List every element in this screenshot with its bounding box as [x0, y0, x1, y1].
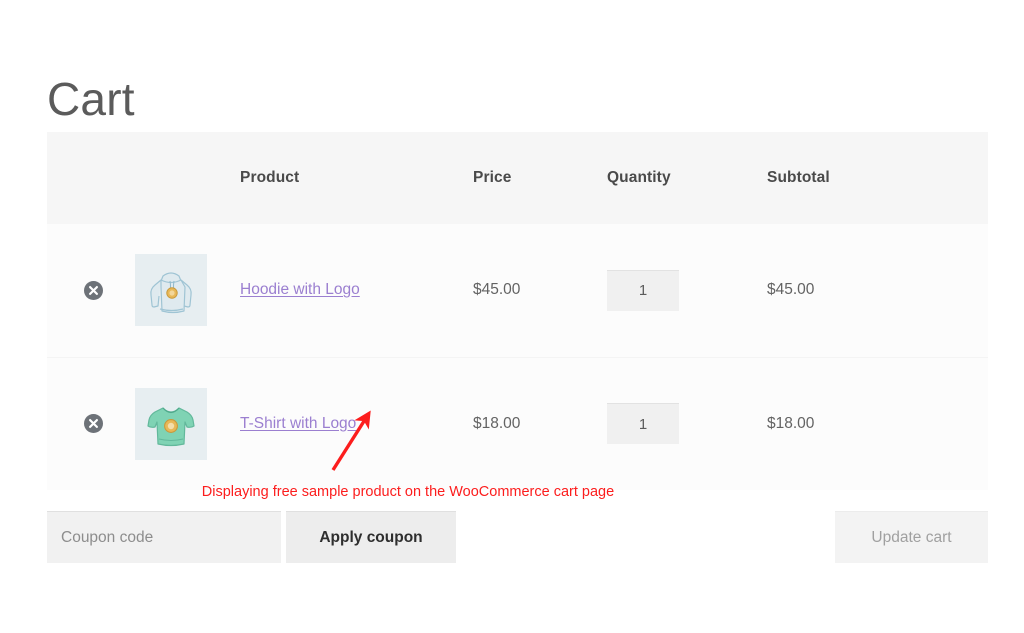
cell-remove: [47, 357, 135, 490]
coupon-code-input[interactable]: [47, 511, 281, 563]
cell-quantity: [607, 224, 767, 357]
quantity-input[interactable]: [607, 403, 679, 445]
cell-product-name: T-Shirt with Logo: [240, 357, 473, 490]
column-header-product: Product: [240, 169, 300, 186]
column-header-thumbnail: [135, 132, 240, 224]
close-icon: [89, 419, 98, 429]
cell-subtotal: $45.00: [767, 281, 815, 299]
tshirt-icon: [135, 387, 207, 460]
column-header-remove: [47, 132, 135, 224]
cell-price: $45.00: [473, 281, 521, 299]
hoodie-icon: [135, 254, 207, 327]
cell-thumbnail: [135, 224, 240, 357]
cart-page: Cart Product Price Quantity Subtotal Hoo…: [0, 0, 1024, 633]
remove-item-button[interactable]: [84, 414, 103, 434]
column-header-price: Price: [473, 169, 512, 186]
cell-product-name: Hoodie with Logo: [240, 224, 473, 357]
update-cart-button[interactable]: Update cart: [835, 511, 988, 563]
product-link[interactable]: Hoodie with Logo: [240, 281, 360, 298]
table-row: T-Shirt with Logo $18.00 $18.00: [47, 357, 988, 490]
cell-remove: [47, 224, 135, 357]
remove-item-button[interactable]: [84, 280, 103, 300]
quantity-input[interactable]: [607, 269, 679, 311]
column-header-subtotal: Subtotal: [767, 169, 830, 186]
cart-table-header: Product Price Quantity Subtotal: [47, 132, 988, 224]
table-header-row: Product Price Quantity Subtotal: [47, 132, 988, 224]
cell-thumbnail: [135, 357, 240, 490]
page-title: Cart: [47, 72, 135, 125]
close-icon: [89, 285, 98, 295]
apply-coupon-button[interactable]: Apply coupon: [286, 511, 456, 563]
cell-subtotal: $18.00: [767, 414, 815, 432]
cell-price: $18.00: [473, 414, 521, 432]
cart-table-body: Hoodie with Logo $45.00 $45.00: [47, 224, 988, 490]
cart-actions-row: Apply coupon Update cart: [47, 511, 988, 563]
cell-quantity: [607, 357, 767, 490]
table-row: Hoodie with Logo $45.00 $45.00: [47, 224, 988, 357]
product-link[interactable]: T-Shirt with Logo: [240, 415, 356, 432]
cart-table: Product Price Quantity Subtotal Hoodie w…: [47, 132, 988, 490]
column-header-quantity: Quantity: [607, 169, 671, 186]
product-thumbnail-hoodie[interactable]: [135, 254, 207, 327]
product-thumbnail-tshirt[interactable]: [135, 387, 207, 460]
